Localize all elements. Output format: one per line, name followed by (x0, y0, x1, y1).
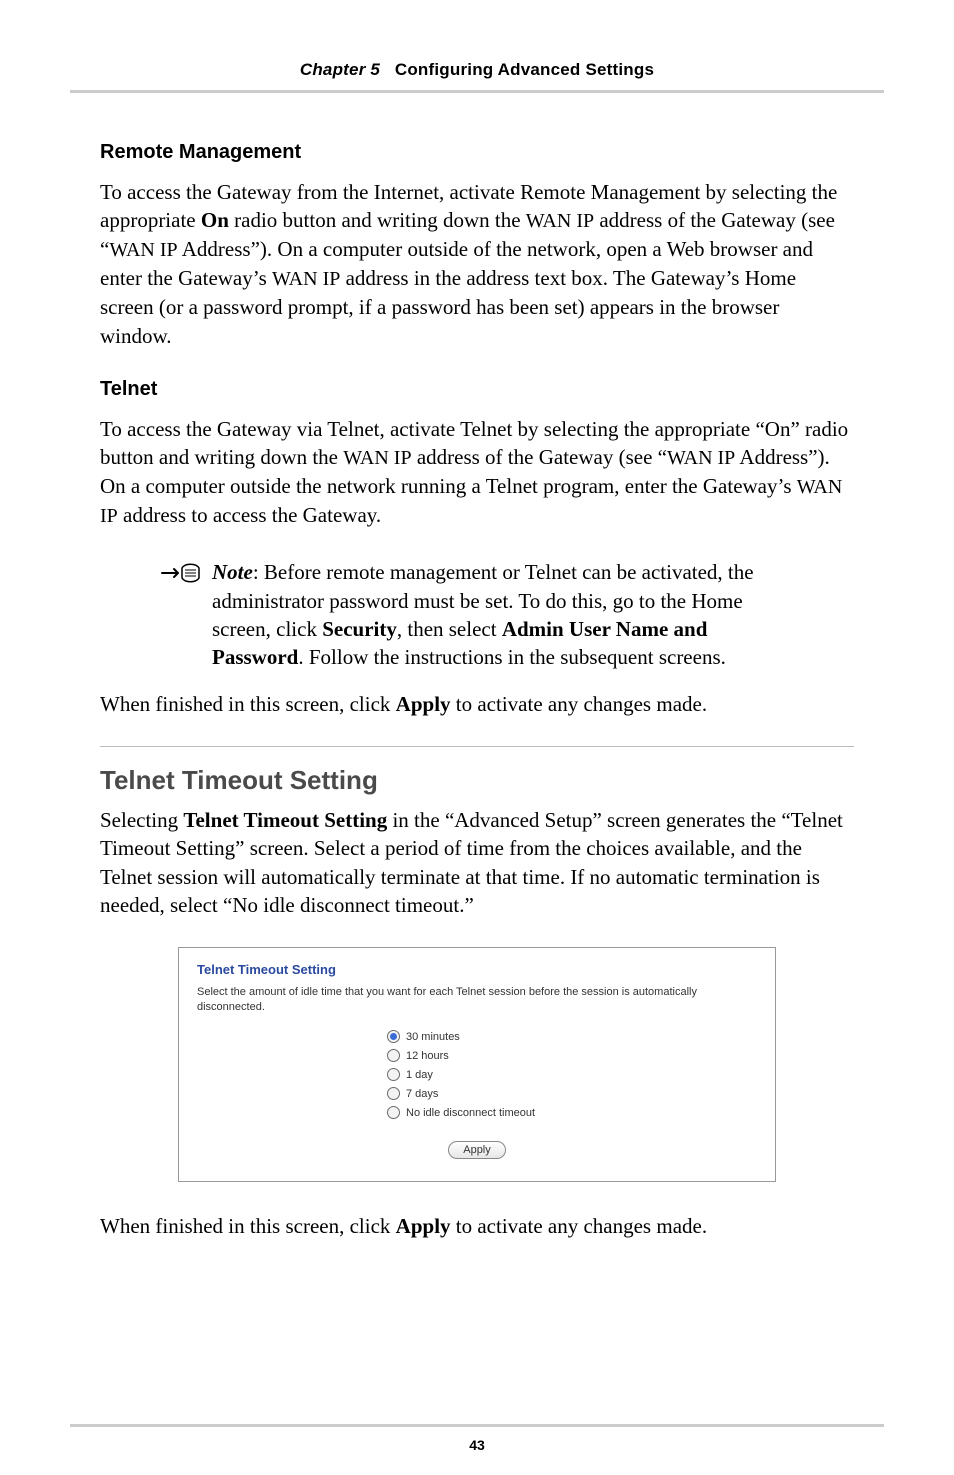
radio-label: 12 hours (406, 1050, 449, 1062)
text: address to access the Gateway. (118, 503, 381, 527)
telnet-timeout-panel: Telnet Timeout Setting Select the amount… (178, 947, 776, 1182)
smallcaps-wan-ip: WAN IP (343, 447, 411, 469)
paragraph-apply-1: When finished in this screen, click Appl… (100, 690, 854, 718)
heading-telnet-timeout: Telnet Timeout Setting (100, 765, 854, 796)
chapter-label: Chapter 5 (300, 60, 380, 79)
footer-rule (70, 1424, 884, 1427)
bold-security: Security (322, 617, 397, 641)
paragraph-remote-management: To access the Gateway from the Internet,… (100, 178, 854, 350)
paragraph-apply-2: When finished in this screen, click Appl… (100, 1212, 854, 1240)
smallcaps-wan-ip: WAN IP (109, 239, 177, 261)
smallcaps-wan-ip: WAN IP (526, 210, 594, 232)
radio-option-no-timeout[interactable]: No idle disconnect timeout (387, 1106, 757, 1119)
apply-button[interactable]: Apply (448, 1141, 506, 1159)
bold-apply: Apply (396, 692, 451, 716)
note-text: Note: Before remote management or Telnet… (212, 558, 794, 671)
panel-description: Select the amount of idle time that you … (197, 985, 757, 1014)
panel-title: Telnet Timeout Setting (197, 962, 757, 977)
page-number: 43 (0, 1437, 954, 1453)
section-rule (100, 746, 854, 747)
bold-apply: Apply (396, 1214, 451, 1238)
text: When finished in this screen, click (100, 692, 396, 716)
radio-label: 1 day (406, 1069, 433, 1081)
radio-icon (387, 1030, 400, 1043)
header-rule (70, 90, 884, 93)
note-block: Note: Before remote management or Telnet… (160, 558, 794, 671)
radio-icon (387, 1106, 400, 1119)
smallcaps-wan-ip: WAN IP (667, 447, 735, 469)
chapter-title: Configuring Advanced Settings (395, 60, 654, 79)
radio-option-12-hours[interactable]: 12 hours (387, 1049, 757, 1062)
bold-telnet-timeout: Telnet Timeout Setting (183, 808, 387, 832)
radio-icon (387, 1049, 400, 1062)
smallcaps-wan-ip: WAN IP (272, 268, 340, 290)
text: . Follow the instructions in the subsequ… (298, 645, 726, 669)
radio-label: 30 minutes (406, 1031, 460, 1043)
note-label: Note (212, 560, 253, 584)
radio-label: No idle disconnect timeout (406, 1107, 535, 1119)
paragraph-telnet: To access the Gateway via Telnet, activa… (100, 415, 854, 530)
text: When finished in this screen, click (100, 1214, 396, 1238)
radio-option-1-day[interactable]: 1 day (387, 1068, 757, 1081)
running-head: Chapter 5 Configuring Advanced Settings (100, 60, 854, 80)
radio-label: 7 days (406, 1088, 438, 1100)
heading-telnet: Telnet (100, 378, 854, 401)
text: to activate any changes made. (451, 1214, 708, 1238)
note-icon (160, 560, 204, 591)
text: address of the Gateway (see “ (412, 445, 667, 469)
text: Selecting (100, 808, 183, 832)
radio-group: 30 minutes 12 hours 1 day 7 days No idle… (387, 1030, 757, 1119)
text: , then select (397, 617, 502, 641)
radio-icon (387, 1087, 400, 1100)
radio-option-30-minutes[interactable]: 30 minutes (387, 1030, 757, 1043)
radio-icon (387, 1068, 400, 1081)
heading-remote-management: Remote Management (100, 141, 854, 164)
radio-option-7-days[interactable]: 7 days (387, 1087, 757, 1100)
text: to activate any changes made. (451, 692, 708, 716)
text: radio button and writing down the (229, 208, 526, 232)
paragraph-telnet-timeout: Selecting Telnet Timeout Setting in the … (100, 806, 854, 919)
bold-on: On (201, 208, 229, 232)
